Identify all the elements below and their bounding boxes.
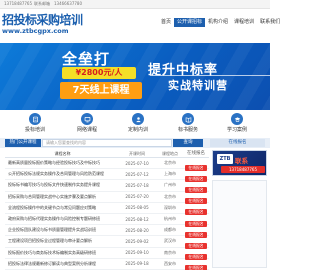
course-title-link[interactable]: 政府采购与招标代理实务操作与风险控制专题研修班 [5, 216, 117, 222]
course-location: 广州市 [164, 182, 176, 188]
site-header: 招投标采购培训 www.ztbcgpx.com 首页 公开课招标 机构介绍 课程… [0, 9, 280, 43]
promo-banner[interactable]: 全垒打 ¥2800元/人 7天线上课程 提升中标率 实战特训营 [0, 43, 270, 110]
course-title-link[interactable]: 最新高质量投标报价策略与经验投标技巧及中标技巧 [5, 160, 117, 166]
banner-course: 7天线上课程 [60, 82, 142, 99]
banner-divider [150, 75, 270, 76]
bid-icon [29, 113, 41, 125]
table-row[interactable]: 全流程投标操作中的关键节点与常见问题应对策略 2025-08-05 深圳市 在线报名 [5, 203, 209, 216]
course-date: 2025-08-05 [125, 205, 149, 211]
service-book-label: 标书服务 [177, 127, 198, 133]
topbar-phone: 13718487765 [4, 1, 32, 6]
table-row[interactable]: 企业投标团队建设与标书质量管理提升实战培训班 2025-08-20 成都市 在线报名 [5, 225, 209, 238]
banner-headline-2: 实战特训营 [168, 79, 228, 92]
table-row[interactable]: 政府采购与招标代理实务操作与风险控制专题研修班 2025-08-12 杭州市 在线报名 [5, 214, 209, 227]
course-location: 上海市 [164, 171, 176, 177]
table-body: 最新高质量投标报价策略与经验投标技巧及中标技巧 2025-07-10 北京市在线报名… [5, 158, 209, 270]
topbar-email[interactable]: 联系邮箱 [34, 1, 50, 7]
col-course-name: 课程名称 [54, 151, 71, 156]
service-book[interactable]: 标书服务 [168, 113, 208, 133]
table-row[interactable]: 工程建设项目招投标全过程管理与审计要点解析 2025-09-02 武汉市 在线报名 [5, 236, 209, 249]
table-row[interactable]: 公开招标投标法规实务操作及合同管理与风险防范课程 2025-07-12 上海市 在线报… [5, 169, 209, 182]
service-icon-row: 投标培训 网络课程 定制内训 标书服务 学习案例 [0, 110, 270, 138]
service-online[interactable]: 网络课程 [67, 113, 107, 133]
course-location: 南京市 [164, 249, 176, 255]
ad-phone: 13718487765 [221, 166, 265, 173]
signup-header[interactable]: 在线报名 [210, 139, 265, 147]
course-table: 课程名称 开课时间 课程地点 在线报名 最新高质量投标报价策略与经验投标技巧及中… [5, 150, 209, 270]
course-date: 2025-08-20 [125, 227, 149, 233]
site-logo-text[interactable]: 招投标采购培训 [2, 11, 83, 28]
course-location: 西安市 [164, 260, 176, 266]
course-date: 2025-07-10 [125, 160, 149, 166]
course-title-link[interactable]: 工程建设项目招投标全过程管理与审计要点解析 [5, 238, 117, 244]
nav-home[interactable]: 首页 [158, 18, 174, 27]
hot-course-tab[interactable]: 热门公开课程 [5, 139, 41, 147]
table-row[interactable]: 招投标法律法规最新修订解读与典型案例分析课程 2025-09-18 西安市在线报名 [5, 259, 209, 270]
table-header: 课程名称 开课时间 课程地点 在线报名 [5, 150, 209, 158]
course-date: 2025-07-20 [125, 194, 149, 200]
course-title-link[interactable]: 投标报价技巧与商务标技术标编制实务高级研修班 [5, 250, 117, 256]
service-study-label: 学习案例 [226, 127, 247, 133]
course-location: 深圳市 [164, 204, 176, 210]
course-date: 2025-09-02 [125, 238, 149, 244]
service-custom[interactable]: 定制内训 [118, 113, 158, 133]
book-icon [182, 113, 194, 125]
table-row[interactable]: 投标报价技巧与商务标技术标编制实务高级研修班 2025-09-10 南京市 在线报名 [5, 248, 209, 261]
nav-about[interactable]: 机构介绍 [205, 18, 231, 27]
side-panel [212, 180, 267, 268]
ad-logo: ZTB [217, 154, 233, 164]
search-input[interactable]: 请输入您要查找的内容 [42, 139, 172, 147]
course-search-bar: 热门公开课程 请输入您要查找的内容 查询 在线报名 [0, 138, 270, 148]
ad-title: 联系 [235, 157, 248, 165]
signup-cell: 在线报名 [183, 254, 209, 270]
service-online-label: 网络课程 [76, 127, 97, 133]
course-title-link[interactable]: 招投标法律法规最新修订解读与典型案例分析课程 [5, 261, 117, 267]
banner-title: 全垒打 [62, 50, 111, 68]
table-row[interactable]: 招标采购与合同管理实战中心实施步骤及要点解析 2025-07-20 北京市 在线报名 [5, 192, 209, 205]
col-location: 课程地点 [162, 151, 178, 156]
course-location: 杭州市 [164, 216, 176, 222]
course-title-link[interactable]: 公开招标投标法规实务操作及合同管理与风险防范课程 [5, 171, 117, 177]
top-bar: 13718487765 联系邮箱 13466637780 [0, 0, 270, 9]
course-location: 北京市 [164, 160, 176, 166]
course-location: 北京市 [164, 193, 176, 199]
course-date: 2025-08-12 [125, 216, 149, 222]
course-title-link[interactable]: 投标标书编写技巧与投标文件快速制作实务提升课程 [5, 182, 117, 188]
nav-training[interactable]: 课程培训 [231, 18, 257, 27]
service-bid[interactable]: 投标培训 [15, 113, 55, 133]
table-row[interactable]: 最新高质量投标报价策略与经验投标技巧及中标技巧 2025-07-10 北京市 在线报名 [5, 158, 209, 171]
col-date: 开课时间 [129, 151, 145, 156]
course-title-link[interactable]: 招标采购与合同管理实战中心实施步骤及要点解析 [5, 194, 117, 200]
course-date: 2025-07-12 [125, 171, 149, 177]
topbar-phone-2: 13466637780 [54, 1, 82, 6]
service-study[interactable]: 学习案例 [217, 113, 257, 133]
study-icon [231, 113, 243, 125]
search-button[interactable]: 查询 [173, 139, 203, 147]
contact-ad[interactable]: ZTB 联系 13718487765 [212, 150, 267, 176]
course-title-link[interactable]: 企业投标团队建设与标书质量管理提升实战培训班 [5, 227, 117, 233]
course-title-link[interactable]: 全流程投标操作中的关键节点与常见问题应对策略 [5, 205, 117, 211]
nav-contact[interactable]: 联系我们 [257, 18, 283, 27]
banner-price: ¥2800元/人 [62, 67, 136, 79]
course-location: 武汉市 [164, 238, 176, 244]
online-icon [81, 113, 93, 125]
table-row[interactable]: 投标标书编写技巧与投标文件快速制作实务提升课程 2025-07-18 广州市 在线报名 [5, 180, 209, 193]
signup-button[interactable]: 在线报名 [185, 265, 207, 270]
custom-icon [132, 113, 144, 125]
service-custom-label: 定制内训 [127, 127, 148, 133]
main-nav: 首页 公开课招标 机构介绍 课程培训 联系我们 [158, 18, 283, 27]
course-date: 2025-09-10 [125, 250, 149, 256]
nav-public-course[interactable]: 公开课招标 [174, 18, 206, 27]
service-bid-label: 投标培训 [24, 127, 45, 133]
course-date: 2025-07-18 [125, 182, 149, 188]
course-date: 2025-09-18 [125, 261, 149, 267]
site-logo-url: www.ztbcgpx.com [2, 27, 69, 35]
course-location: 成都市 [164, 227, 176, 233]
